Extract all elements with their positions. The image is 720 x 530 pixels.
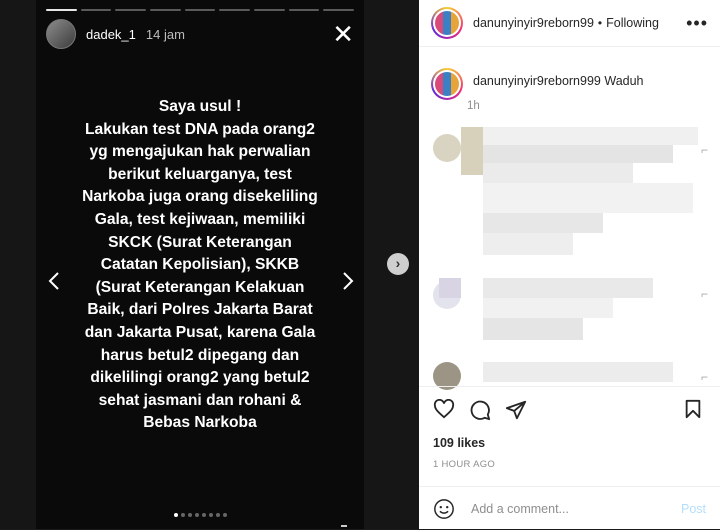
next-post-button[interactable]: ›: [387, 253, 409, 275]
progress-segment: [254, 9, 285, 11]
post-panel: danunyinyir9reborn99 • Following ••• dan…: [419, 0, 720, 529]
story-progress-bar: [46, 9, 355, 11]
story-avatar[interactable]: [46, 19, 76, 49]
comment-input[interactable]: [469, 500, 681, 517]
progress-segment: [323, 9, 355, 11]
comment-icon[interactable]: [469, 399, 491, 426]
progress-segment: [219, 9, 251, 11]
share-icon[interactable]: [505, 399, 527, 426]
post-timestamp: 1 HOUR AGO: [433, 459, 496, 470]
story-frame[interactable]: dadek_1 14 jam ✕ Saya usul ! Lakukan tes…: [36, 0, 364, 529]
progress-segment: [288, 9, 320, 11]
pagination-dot: [222, 513, 227, 517]
heart-icon[interactable]: [433, 398, 455, 424]
pagination-dot: [194, 513, 199, 517]
pagination-dot: [187, 513, 192, 517]
caption-text: Waduh: [604, 74, 644, 88]
story-header: dadek_1 14 jam ✕: [46, 18, 354, 50]
pagination-dot: [215, 513, 220, 517]
pagination-dot: [173, 513, 178, 517]
comment-avatar[interactable]: [433, 134, 461, 162]
story-viewer: dadek_1 14 jam ✕ Saya usul ! Lakukan tes…: [0, 0, 419, 529]
likes-count[interactable]: 109 likes: [433, 436, 485, 450]
post-header: danunyinyir9reborn99 • Following •••: [419, 0, 720, 47]
pagination-dot: [180, 513, 185, 517]
story-username[interactable]: dadek_1: [86, 27, 136, 42]
progress-segment: [115, 9, 147, 11]
post-caption: danunyinyir9reborn999 Waduh: [431, 68, 708, 100]
story-indicator-line: [341, 525, 347, 527]
caption-username[interactable]: danunyinyir9reborn999: [473, 74, 601, 88]
chevron-right-icon[interactable]: [342, 270, 354, 298]
emoji-icon[interactable]: [433, 498, 455, 520]
story-pagination-dots: [36, 513, 364, 517]
post-username[interactable]: danunyinyir9reborn99: [473, 16, 594, 30]
pagination-dot: [208, 513, 213, 517]
comment-more-icon[interactable]: ⌐: [701, 287, 708, 301]
caption-timestamp: 1h: [467, 100, 480, 112]
pagination-dot: [201, 513, 206, 517]
comment-more-icon[interactable]: ⌐: [701, 370, 708, 384]
post-actions: [419, 386, 720, 437]
comment-bar: Post: [419, 486, 720, 530]
avatar[interactable]: [431, 7, 463, 39]
bookmark-icon[interactable]: [684, 399, 702, 424]
progress-segment: [150, 9, 181, 11]
post-comment-button[interactable]: Post: [681, 502, 706, 516]
caption-avatar[interactable]: [431, 68, 463, 100]
story-text: Saya usul ! Lakukan test DNA pada orang2…: [82, 98, 318, 432]
chevron-left-icon[interactable]: [48, 270, 60, 298]
comment-more-icon[interactable]: ⌐: [701, 143, 708, 157]
progress-segment: [80, 9, 112, 11]
close-icon[interactable]: ✕: [332, 21, 354, 47]
more-options-icon[interactable]: •••: [686, 13, 708, 34]
progress-segment: [184, 9, 216, 11]
separator-dot: •: [597, 16, 603, 30]
story-timestamp: 14 jam: [145, 26, 185, 42]
following-button[interactable]: Following: [606, 16, 659, 30]
progress-segment: [46, 9, 77, 11]
